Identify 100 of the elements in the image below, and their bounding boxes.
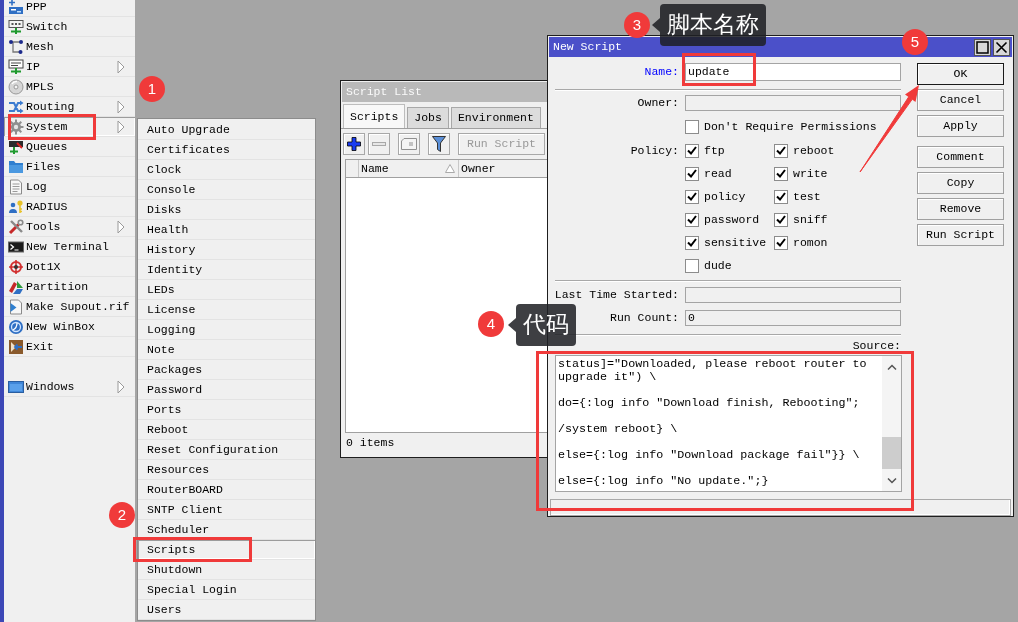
switch-icon — [8, 18, 24, 35]
menu-item[interactable]: Special Login — [138, 580, 315, 600]
menu-item[interactable]: Disks — [138, 200, 315, 220]
card-plus-icon — [8, 0, 24, 15]
checkbox[interactable] — [774, 166, 788, 181]
menu-item[interactable]: Clock — [138, 160, 315, 180]
checkbox[interactable] — [685, 235, 699, 250]
checkbox-label: policy — [704, 189, 746, 204]
dialog-button[interactable]: Run Script — [917, 224, 1004, 246]
menu-item[interactable]: Password — [138, 380, 315, 400]
field-label: Last Time Started: — [553, 288, 679, 302]
menu-item[interactable]: Console — [138, 180, 315, 200]
field-label: Name: — [643, 65, 679, 79]
menu-item[interactable]: Scheduler — [138, 520, 315, 540]
filter-icon — [432, 136, 446, 152]
menu-item[interactable]: Health — [138, 220, 315, 240]
checkbox[interactable] — [685, 212, 699, 227]
tab[interactable]: Scripts — [343, 104, 406, 128]
device-icon — [8, 138, 24, 155]
sidebar-item[interactable]: New Terminal — [4, 237, 135, 257]
sidebar-item[interactable]: Files — [4, 157, 135, 177]
sidebar-item[interactable]: System — [4, 117, 135, 137]
menu-item[interactable]: History — [138, 240, 315, 260]
sidebar-item[interactable]: Switch — [4, 17, 135, 37]
menu-item[interactable]: Reset Configuration — [138, 440, 315, 460]
callout: 脚本名称 — [660, 4, 766, 46]
menu-item[interactable]: RouterBOARD — [138, 480, 315, 500]
close-icon — [995, 40, 1008, 54]
sidebar-item[interactable]: Routing — [4, 97, 135, 117]
tick-icon — [776, 238, 786, 247]
arrows-icon — [8, 98, 24, 115]
checkbox-label: reboot — [793, 143, 835, 158]
minus-icon — [372, 142, 386, 146]
chevron-down-icon — [886, 478, 897, 484]
filter-button[interactable] — [428, 133, 450, 155]
sidebar-item[interactable]: MPLS — [4, 77, 135, 97]
sidebar-item[interactable]: Dot1X — [4, 257, 135, 277]
menu-item[interactable]: Packages — [138, 360, 315, 380]
menu-item[interactable]: Resources — [138, 460, 315, 480]
dialog-button[interactable]: Remove — [917, 198, 1004, 220]
sidebar-item[interactable]: Log — [4, 177, 135, 197]
sidebar-item[interactable]: Exit — [4, 337, 135, 357]
dialog-button[interactable]: Comment — [917, 146, 1004, 168]
menu-item[interactable]: Users — [138, 600, 315, 620]
scrollbar-thumb[interactable] — [882, 437, 901, 469]
checkbox-label: sensitive — [704, 235, 767, 250]
code-editor[interactable]: status]="Downloaded, please reboot router to upgrade it") \ do={:log info "Download finish, Rebooting"; /system reboot} \ else={:log info "Download package fail"}} \ else={:log info "No update.";} — [555, 355, 902, 492]
sidebar-item[interactable]: PPP — [4, 0, 135, 17]
dialog-button[interactable]: Copy — [917, 172, 1004, 194]
checkbox[interactable] — [774, 143, 788, 158]
sidebar-item[interactable]: Partition — [4, 277, 135, 297]
field-label: Source: — [851, 339, 901, 352]
comment-button[interactable] — [398, 133, 420, 155]
checkbox[interactable] — [685, 189, 699, 204]
menu-item[interactable]: SNTP Client — [138, 500, 315, 520]
menu-item[interactable]: Ports — [138, 400, 315, 420]
menu-item[interactable]: License — [138, 300, 315, 320]
sidebar-item[interactable]: New WinBox — [4, 317, 135, 337]
checkbox[interactable] — [774, 189, 788, 204]
checkbox[interactable] — [685, 143, 699, 158]
input-field[interactable]: update — [685, 63, 901, 81]
checkbox[interactable] — [685, 258, 699, 273]
dialog-button[interactable]: Apply — [917, 115, 1004, 137]
add-button[interactable] — [343, 133, 365, 155]
column-header[interactable]: Name — [359, 160, 459, 177]
sidebar-item[interactable]: IP — [4, 57, 135, 77]
menu-item[interactable]: Reboot — [138, 420, 315, 440]
menu-item[interactable]: Logging — [138, 320, 315, 340]
menu-item[interactable]: Note — [138, 340, 315, 360]
sidebar-item[interactable]: RADIUS — [4, 197, 135, 217]
menu-item[interactable]: Identity — [138, 260, 315, 280]
checkbox[interactable] — [685, 120, 699, 134]
sidebar-item[interactable]: Windows — [4, 377, 135, 397]
close-button[interactable] — [993, 38, 1010, 56]
sidebar-item[interactable]: Tools — [4, 217, 135, 237]
sidebar-item[interactable]: Make Supout.rif — [4, 297, 135, 317]
scrollbar[interactable] — [882, 356, 901, 491]
plus-icon — [347, 137, 361, 151]
sidebar-item[interactable]: Queues — [4, 137, 135, 157]
checkbox[interactable] — [685, 166, 699, 181]
menu-item[interactable]: Shutdown — [138, 560, 315, 580]
checkbox[interactable] — [774, 212, 788, 227]
menu-item[interactable]: Scripts — [138, 540, 315, 560]
tick-icon — [687, 169, 697, 178]
sidebar-item[interactable]: Mesh — [4, 37, 135, 57]
window-title: New Script — [553, 40, 622, 54]
chevron-up-icon — [886, 364, 897, 370]
menu-item[interactable]: Certificates — [138, 140, 315, 160]
dialog-button[interactable]: Cancel — [917, 89, 1004, 111]
checkbox[interactable] — [774, 235, 788, 250]
maximize-button[interactable] — [974, 38, 991, 56]
menu-item[interactable]: Auto Upgrade — [138, 120, 315, 140]
tab[interactable]: Jobs — [407, 107, 449, 128]
tab[interactable]: Environment — [450, 107, 541, 128]
dialog-button[interactable]: OK — [917, 63, 1004, 85]
checkbox-label: read — [704, 166, 732, 181]
tick-icon — [687, 215, 697, 224]
maximize-icon — [976, 40, 989, 54]
tick-icon — [776, 215, 786, 224]
menu-item[interactable]: LEDs — [138, 280, 315, 300]
